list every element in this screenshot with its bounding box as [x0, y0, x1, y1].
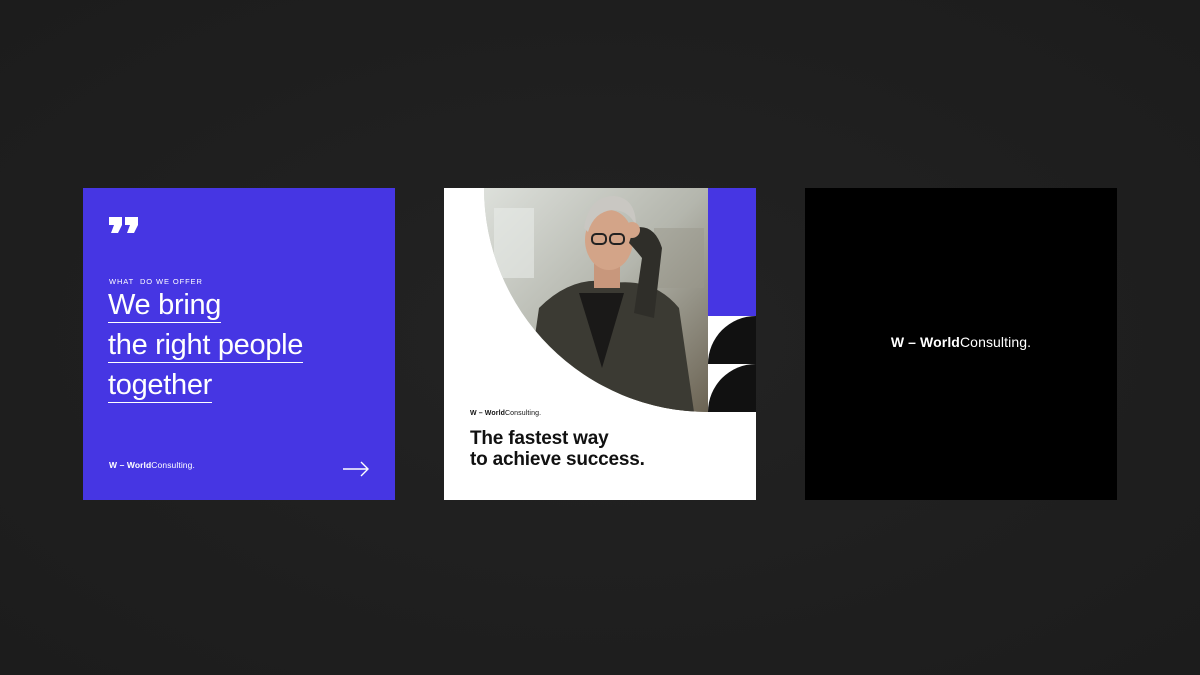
brand-regular: Consulting.: [151, 460, 195, 470]
headline-line: together: [108, 369, 213, 403]
headline-line: We bring: [108, 289, 222, 323]
portrait-illustration: [484, 188, 708, 412]
brand-bold: W – World: [109, 460, 152, 470]
headline-line: the right people: [108, 329, 304, 363]
presentation-canvas: WHAT DO WE OFFER We bring the right peop…: [0, 0, 1200, 675]
black-logo-card: W – WorldConsulting.: [805, 188, 1117, 500]
white-tagline-card: W – WorldConsulting. The fastest way to …: [444, 188, 756, 500]
tagline-heading: The fastest way to achieve success.: [470, 428, 645, 470]
brand-bold: W – World: [470, 410, 505, 417]
brand-regular: Consulting.: [505, 410, 542, 417]
arrow-right-icon[interactable]: [342, 461, 370, 477]
brand-regular: Consulting.: [959, 334, 1032, 350]
brand-bold: W – World: [890, 334, 960, 350]
brand-logo: W – WorldConsulting.: [109, 460, 195, 470]
quarter-circle-shape: [708, 364, 756, 412]
blue-offer-card: WHAT DO WE OFFER We bring the right peop…: [83, 188, 395, 500]
tagline-line: to achieve success.: [470, 449, 645, 470]
brand-logo: W – WorldConsulting.: [470, 410, 541, 417]
quote-icon: [109, 217, 138, 233]
brand-logo: W – WorldConsulting.: [805, 334, 1117, 350]
eyebrow-text: WHAT DO WE OFFER: [109, 277, 203, 286]
quarter-circle-shape: [708, 316, 756, 364]
offer-headline: We bring the right people together: [108, 286, 303, 406]
tagline-line: The fastest way: [470, 428, 609, 449]
portrait-photo: [484, 188, 708, 412]
blue-accent-strip: [708, 188, 756, 316]
